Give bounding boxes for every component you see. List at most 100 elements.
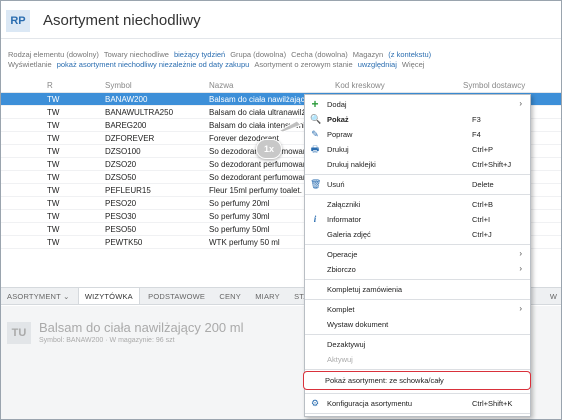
- menu-separator: [305, 194, 530, 195]
- menu-zalaczniki[interactable]: Załączniki Ctrl+B: [305, 197, 530, 212]
- cell-nazwa: So perfumy 50ml: [209, 225, 270, 234]
- menu-item-label: Załączniki: [327, 200, 361, 209]
- menu-separator: [305, 334, 530, 335]
- filter-label: Wyświetlanie: [8, 60, 52, 69]
- filter-label: Magazyn: [352, 50, 384, 59]
- cell-symbol: BANAW200: [105, 95, 148, 104]
- menu-aktywuj: Aktywuj: [305, 352, 530, 367]
- cell-r: TW: [47, 134, 60, 143]
- column-header-symbol[interactable]: Symbol: [105, 81, 203, 90]
- cell-nazwa: WTK perfumy 50 ml: [209, 238, 280, 247]
- tab-ceny[interactable]: CENY: [213, 288, 247, 304]
- filter-label: Więcej: [401, 60, 425, 69]
- tab-podstawowe[interactable]: PODSTAWOWE: [142, 288, 211, 304]
- menu-operacje-lista[interactable]: Operacje na liście›: [305, 416, 530, 420]
- column-header-symbol-dostawcy[interactable]: Symbol dostawcy: [463, 81, 561, 90]
- menu-kompletuj[interactable]: Kompletuj zamówienia: [305, 282, 530, 297]
- filter-link[interactable]: bieżący tydzień: [174, 50, 225, 59]
- filter-line-2: Wyświetlanie pokaż asortyment niechodliwy…: [8, 60, 556, 70]
- chevron-right-icon: ›: [519, 99, 522, 108]
- cell-r: TW: [47, 212, 60, 221]
- cell-symbol: PEWTK50: [105, 238, 143, 247]
- cell-symbol: PEFLEUR15: [105, 186, 151, 195]
- menu-dezaktywuj[interactable]: Dezaktywuj: [305, 337, 530, 352]
- menu-separator: [305, 393, 530, 394]
- plus-icon: +: [311, 97, 319, 111]
- filter-label: Asortyment o zerowym stanie: [254, 60, 353, 69]
- mouse-cursor-icon: [277, 120, 302, 133]
- menu-dodaj[interactable]: + Dodaj ›: [305, 97, 530, 112]
- menu-pokaz[interactable]: 🔍 Pokaż F3: [305, 112, 530, 127]
- menu-operacje[interactable]: Operacje ›: [305, 247, 530, 262]
- cell-symbol: DZSO50: [105, 173, 137, 182]
- filter-bar: Rodzaj elementu (dowolny) Towary niechodl…: [8, 50, 556, 70]
- menu-popraw[interactable]: ✎ Popraw F4: [305, 127, 530, 142]
- menu-item-shortcut: Ctrl+Shift+K: [472, 399, 513, 408]
- menu-item-shortcut: Ctrl+Shift+J: [472, 160, 512, 169]
- filter-link[interactable]: (z kontekstu): [388, 50, 431, 59]
- cell-symbol: PESO30: [105, 212, 137, 221]
- info-icon: i: [313, 214, 317, 224]
- tab-miary[interactable]: MIARY: [249, 288, 286, 304]
- menu-separator: [305, 413, 530, 414]
- trash-icon: 🗑: [310, 179, 322, 189]
- tab-overflow[interactable]: W: [550, 288, 557, 304]
- filter-link[interactable]: uwzględniaj: [358, 60, 397, 69]
- filter-label: Towary niechodliwe: [103, 50, 169, 59]
- filter-label: Rodzaj elementu (dowolny): [8, 50, 99, 59]
- cell-r: TW: [47, 199, 60, 208]
- menu-item-label: Kompletuj zamówienia: [327, 285, 403, 294]
- column-header-nazwa[interactable]: Nazwa: [209, 81, 309, 90]
- menu-galeria[interactable]: Galeria zdjęć Ctrl+J: [305, 227, 530, 242]
- cell-r: TW: [47, 160, 60, 169]
- menu-item-label: Aktywuj: [327, 355, 353, 364]
- tab-asortyment[interactable]: ASORTYMENT ⌄: [1, 288, 76, 304]
- menu-item-label: Popraw: [327, 130, 353, 139]
- menu-komplet[interactable]: Komplet ›: [305, 302, 530, 317]
- menu-item-label: Usuń: [327, 180, 345, 189]
- cell-nazwa: Balsam do ciała nawilżający: [209, 95, 309, 104]
- menu-pokaz-asortyment[interactable]: Pokaż asortyment: ze schowka/cały: [303, 371, 531, 390]
- table-header: R Symbol Nazwa Kod kreskowy Symbol dosta…: [1, 79, 561, 93]
- cell-r: TW: [47, 147, 60, 156]
- menu-wystaw[interactable]: Wystaw dokument: [305, 317, 530, 332]
- column-header-kod-kreskowy[interactable]: Kod kreskowy: [335, 81, 445, 90]
- app-window: RP Asortyment niechodliwy Rodzaj element…: [0, 0, 562, 420]
- menu-item-shortcut: F4: [472, 130, 481, 139]
- tab-wizytowka[interactable]: WIZYTÓWKA: [77, 288, 140, 304]
- cell-symbol: PESO50: [105, 225, 137, 234]
- page-title: Asortyment niechodliwy: [43, 12, 201, 29]
- detail-title: Balsam do ciała nawilżający 200 ml: [39, 320, 244, 335]
- menu-separator: [305, 369, 530, 370]
- menu-drukuj-naklejki[interactable]: Drukuj naklejki Ctrl+Shift+J: [305, 157, 530, 172]
- cell-r: TW: [47, 121, 60, 130]
- filter-line-1: Rodzaj elementu (dowolny) Towary niechodl…: [8, 50, 556, 60]
- app-badge: RP: [6, 10, 30, 32]
- filter-label: Grupa (dowolna): [230, 50, 287, 59]
- cell-nazwa: So dezodorant perfumowany: [209, 173, 309, 182]
- menu-item-label: Konfiguracja asortymentu: [327, 399, 413, 408]
- menu-item-label: Dodaj: [327, 100, 347, 109]
- menu-drukuj[interactable]: 🖶 Drukuj Ctrl+P: [305, 142, 530, 157]
- menu-separator: [305, 244, 530, 245]
- menu-item-label: Pokaż asortyment: ze schowka/cały: [325, 376, 444, 385]
- menu-konfiguracja[interactable]: ⚙ Konfiguracja asortymentu Ctrl+Shift+K: [305, 396, 530, 411]
- printer-icon: 🖶: [310, 144, 320, 154]
- menu-zbiorczo[interactable]: Zbiorczo ›: [305, 262, 530, 277]
- cell-symbol: DZSO100: [105, 147, 141, 156]
- column-header-r[interactable]: R: [47, 81, 87, 90]
- menu-usun[interactable]: 🗑 Usuń Delete: [305, 177, 530, 192]
- filter-link[interactable]: pokaż asortyment niechodliwy niezależnie…: [57, 60, 250, 69]
- detail-subtitle: Symbol: BANAW200 · W magazynie: 96 szt: [39, 337, 175, 344]
- menu-item-label: Dezaktywuj: [327, 340, 366, 349]
- chevron-down-icon: ⌄: [63, 292, 70, 301]
- cell-nazwa: Balsam do ciała ultranawilż: [209, 108, 306, 117]
- menu-informator[interactable]: i Informator Ctrl+I: [305, 212, 530, 227]
- chevron-right-icon: ›: [519, 304, 522, 313]
- chevron-right-icon: ›: [519, 264, 522, 273]
- detail-badge: TU: [7, 322, 31, 344]
- chevron-right-icon: ›: [519, 249, 522, 258]
- cell-r: TW: [47, 95, 60, 104]
- menu-separator: [305, 299, 530, 300]
- menu-item-label: Operacje: [327, 250, 358, 259]
